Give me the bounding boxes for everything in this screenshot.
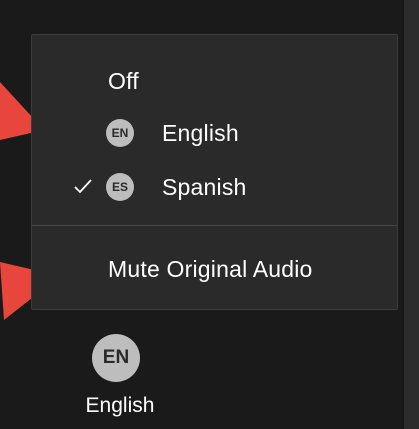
menu-divider <box>32 225 397 226</box>
menu-item-english-label: English <box>162 119 239 146</box>
window-edge <box>404 0 419 429</box>
screen: Off EN English ES Spanish Mute Original … <box>0 0 419 429</box>
menu-item-mute-label: Mute Original Audio <box>108 255 313 282</box>
menu-item-english[interactable]: EN English <box>32 109 397 157</box>
language-menu: Off EN English ES Spanish Mute Original … <box>31 34 398 310</box>
menu-item-off-label: Off <box>108 67 139 94</box>
menu-item-spanish[interactable]: ES Spanish <box>32 163 397 211</box>
checkmark-icon <box>74 179 92 194</box>
interpretation-button-label: English <box>85 394 155 417</box>
interpretation-button[interactable]: EN English <box>60 330 180 425</box>
menu-item-off[interactable]: Off <box>32 57 397 105</box>
menu-item-mute-original-audio[interactable]: Mute Original Audio <box>32 245 397 293</box>
language-badge-icon: EN <box>92 334 140 382</box>
spanish-badge-icon: ES <box>106 173 134 201</box>
english-badge-icon: EN <box>106 119 134 147</box>
menu-item-spanish-label: Spanish <box>162 173 247 200</box>
